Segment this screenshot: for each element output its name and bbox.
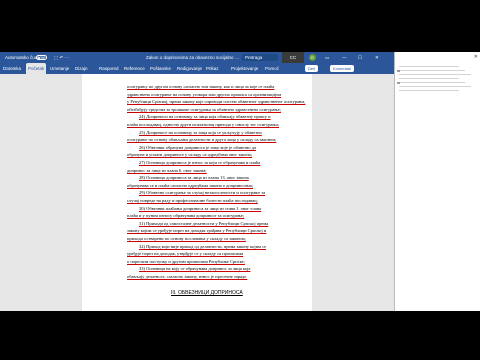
tab-pomoć[interactable]: Pomoć xyxy=(265,63,279,74)
text-line xyxy=(399,86,471,87)
document-text[interactable]: осигурању по другом основу сагласно том … xyxy=(82,74,312,311)
comments-button[interactable]: Komentari xyxy=(330,65,355,72)
letterbox-top xyxy=(0,0,480,52)
tab-umetanje[interactable]: Umetanje xyxy=(50,63,69,74)
tab-prikaz[interactable]: Prikaz xyxy=(206,63,219,74)
text-line xyxy=(399,82,465,83)
document-line: 28) Основица доприноса за лица из члана … xyxy=(139,175,249,181)
tab-poštanske[interactable]: Poštanske xyxy=(150,63,171,74)
document-line: о пореском поступку и другим прописима Р… xyxy=(127,258,245,264)
document-line: 24) Доприноси на основицу за лица која о… xyxy=(139,114,271,120)
document-title[interactable]: Zakon o doprinosima za obavezno socijaln… xyxy=(146,52,240,63)
tab-redigovanje[interactable]: Redigovanje xyxy=(177,63,202,74)
user-avatar[interactable]: R xyxy=(309,54,316,61)
document-line: приходи остварени по основу пословања у … xyxy=(127,236,246,241)
tab-početak[interactable]: Početak xyxy=(26,63,47,74)
document-line: осигурање по основу обављања делатности … xyxy=(127,137,277,143)
marker-icon xyxy=(397,82,400,84)
document-line: здравствено осигурање на основу уговора … xyxy=(127,91,282,97)
text-line xyxy=(399,66,459,67)
tab-datoteka[interactable]: Datoteka xyxy=(3,63,21,74)
document-line: обезбеђују средства за трошкове осигурањ… xyxy=(127,106,281,112)
autosave-toggle[interactable] xyxy=(36,55,47,60)
document-line: у Републици Српској, према закону које с… xyxy=(127,99,306,105)
document-line: 25) Доприносе на основицу за лица која с… xyxy=(139,129,262,135)
document-line: 26) Обвезник обрачуна доприноса је лице … xyxy=(139,144,256,150)
ribbon-display-icon[interactable]: ▭ xyxy=(325,52,329,63)
document-line: плаћа послодавац, односно други исплатил… xyxy=(127,122,279,127)
document-line: осигурању по другом основу сагласно том … xyxy=(127,84,275,89)
document-line: 29) Обавезно осигурање за случај незапос… xyxy=(139,190,266,196)
minimize-button[interactable]: — xyxy=(342,52,347,63)
document-line: обављају делатност, сагласно закону, изн… xyxy=(127,274,248,279)
document-line: допринос за лица из члана 6. овог закона… xyxy=(127,167,207,173)
document-line: случај повреде на раду и професионалне б… xyxy=(127,198,258,203)
section-heading: III. ОБВЕЗНИЦИ ДОПРИНОСА xyxy=(171,290,243,296)
quick-access-toolbar[interactable]: ⬚ ↶ ⋯ xyxy=(54,52,69,63)
text-line xyxy=(399,78,459,79)
close-button[interactable]: ✕ xyxy=(375,52,379,63)
document-line: уређује порез на доходак, утврђује се у … xyxy=(127,251,244,257)
search-box[interactable]: Pretraga xyxy=(242,54,278,61)
document-line: обрачунава се и плаћа сагласно одредбама… xyxy=(127,182,253,188)
tab-projektovanje[interactable]: Projektovanje xyxy=(231,63,258,74)
document-line: 31) Приходи од самосталне делатности у Р… xyxy=(139,220,269,226)
title-bar: Automatsko čuvanje ⬚ ↶ ⋯ Zakon o doprino… xyxy=(0,52,394,63)
document-line: закону којим се уређује порез на доходак… xyxy=(127,228,267,234)
document-line: обрачуна и уплати доприносе у складу са … xyxy=(127,152,252,158)
second-window[interactable]: ✕ xyxy=(394,52,480,311)
word-screen: Automatsko čuvanje ⬚ ↶ ⋯ Zakon o doprino… xyxy=(0,52,480,311)
document-line: 32) Приход који није приход од делатност… xyxy=(139,243,267,249)
document-page[interactable]: осигурању по другом основу сагласно том … xyxy=(82,74,312,311)
document-line: 33) Основица на коју се обрачунава допри… xyxy=(139,266,251,272)
text-line xyxy=(399,70,465,71)
document-line: плаћа и у пуном износу обрачунава доприн… xyxy=(127,213,245,219)
tab-dizajn[interactable]: Dizajn xyxy=(75,63,88,74)
document-line: 27) Основица доприноса је износ за који … xyxy=(139,160,261,165)
text-line xyxy=(399,74,471,75)
cc-indicator[interactable]: CC xyxy=(282,52,304,63)
tab-reference[interactable]: Reference xyxy=(124,63,145,74)
document-line: 30) Обвезник плаћања доприноса за лица и… xyxy=(139,205,262,211)
document-area[interactable]: осигурању по другом основу сагласно том … xyxy=(0,74,394,311)
tab-raspored[interactable]: Raspored xyxy=(99,63,119,74)
second-window-close-icon[interactable]: ✕ xyxy=(474,54,478,60)
letterbox-bottom xyxy=(0,311,480,360)
ribbon-tabs: Datoteka Početak Umetanje Dizajn Raspored Ref… xyxy=(0,63,394,74)
share-button[interactable]: Deli xyxy=(305,65,318,72)
text-line xyxy=(399,90,459,91)
marker-icon xyxy=(397,70,400,72)
maximize-button[interactable]: ☐ xyxy=(358,52,362,63)
